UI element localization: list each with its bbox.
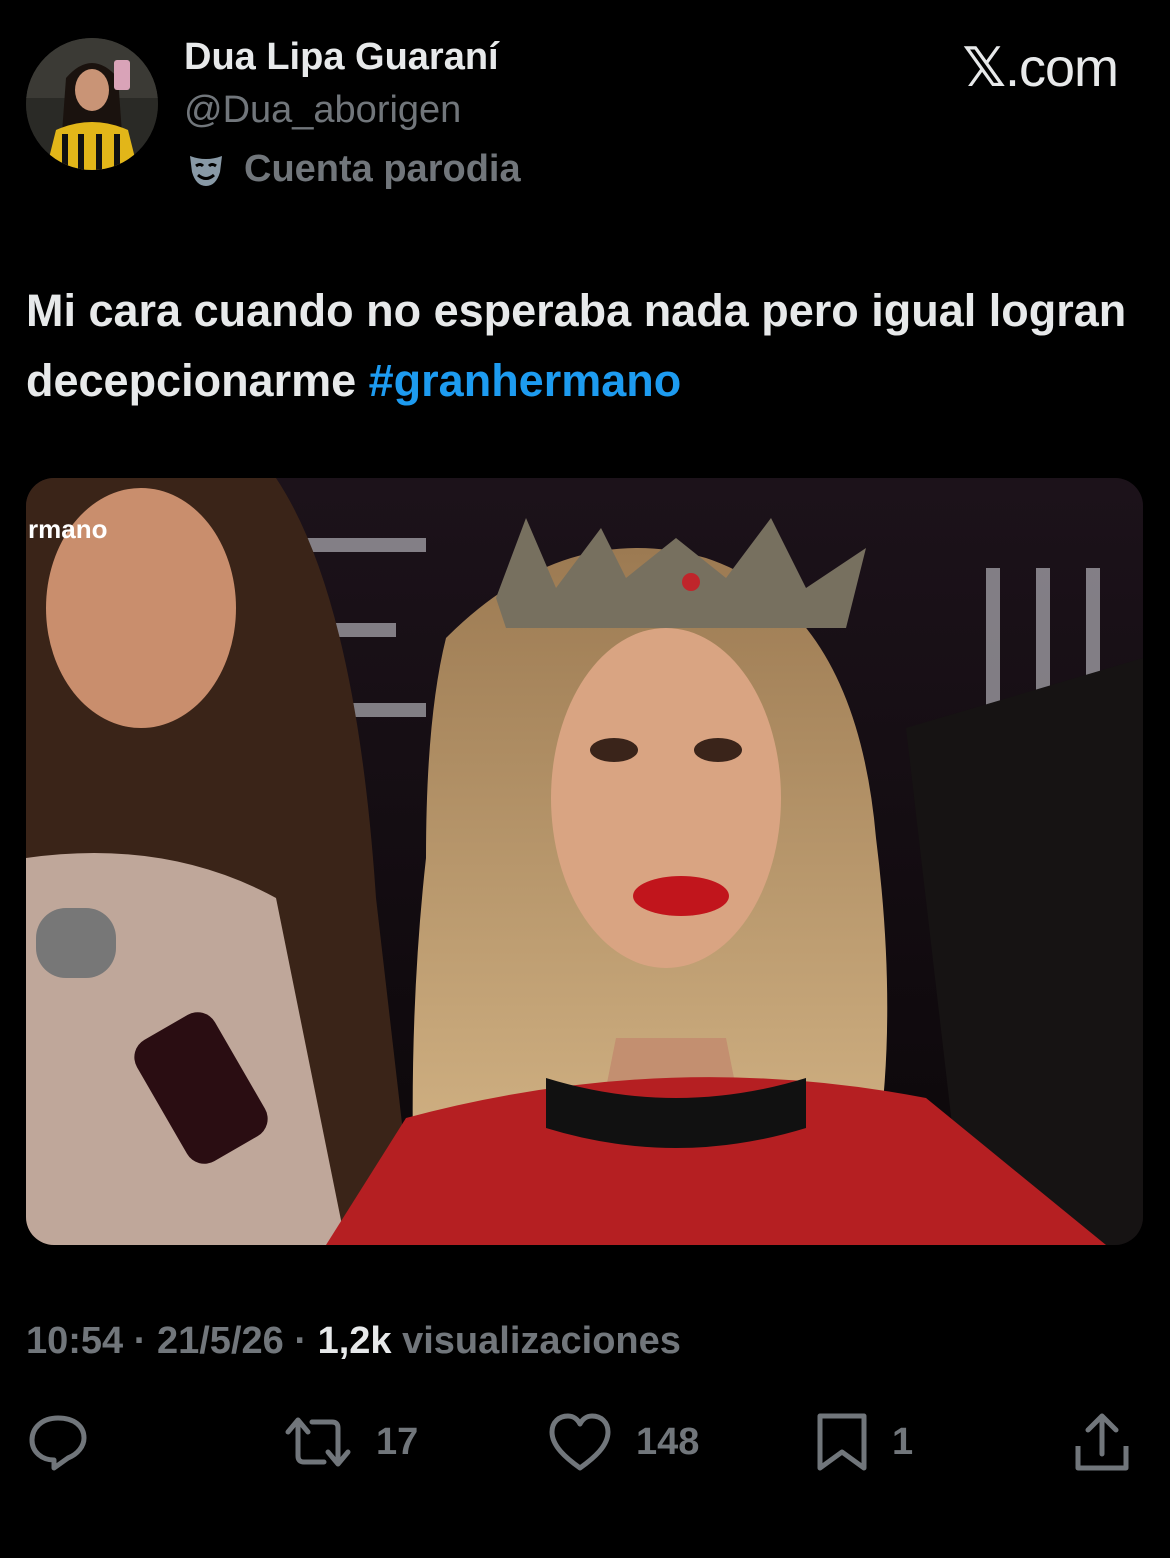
- parody-label: Cuenta parodia: [186, 148, 521, 191]
- tweet-text: Mi cara cuando no esperaba nada pero igu…: [26, 276, 1136, 416]
- heart-icon: [549, 1413, 611, 1471]
- retweet-icon: [285, 1417, 351, 1467]
- reply-icon: [29, 1415, 87, 1471]
- x-com-brand: 𝕏.com: [962, 36, 1119, 99]
- action-bar: 17 148 1: [0, 1410, 1170, 1480]
- views-count: 1,2k: [317, 1320, 392, 1362]
- media-overlay-text: rmano: [28, 514, 107, 544]
- like-count: 148: [636, 1420, 700, 1463]
- tweet-meta: 10:54 · 21/5/26 · 1,2k visualizaciones: [26, 1320, 681, 1363]
- share-icon: [1075, 1413, 1129, 1471]
- meta-separator: ·: [133, 1320, 147, 1362]
- author-handle[interactable]: @Dua_aborigen: [184, 89, 461, 132]
- brand-suffix: .com: [1004, 38, 1119, 98]
- views-label: visualizaciones: [402, 1320, 681, 1362]
- reply-button[interactable]: [26, 1410, 90, 1474]
- parody-mask-icon: [190, 155, 222, 186]
- parody-text: Cuenta parodia: [244, 148, 521, 190]
- retweet-count: 17: [376, 1420, 419, 1463]
- bookmark-button[interactable]: 1: [814, 1410, 913, 1474]
- share-button[interactable]: [1072, 1410, 1132, 1474]
- author-name[interactable]: Dua Lipa Guaraní: [184, 36, 499, 79]
- tweet-date[interactable]: 21/5/26: [157, 1320, 284, 1362]
- bookmark-icon: [817, 1413, 867, 1471]
- avatar[interactable]: [26, 38, 158, 170]
- tweet-time[interactable]: 10:54: [26, 1320, 123, 1362]
- x-logo-icon: 𝕏: [962, 38, 1006, 98]
- avatar-image: [26, 38, 158, 170]
- bookmark-count: 1: [892, 1420, 914, 1463]
- retweet-button[interactable]: 17: [282, 1410, 418, 1474]
- hashtag-link[interactable]: #granhermano: [369, 355, 682, 406]
- media-image: rmano: [26, 478, 1143, 1245]
- meta-separator: ·: [294, 1320, 307, 1362]
- like-button[interactable]: 148: [546, 1410, 699, 1474]
- tweet-media[interactable]: rmano: [26, 478, 1143, 1245]
